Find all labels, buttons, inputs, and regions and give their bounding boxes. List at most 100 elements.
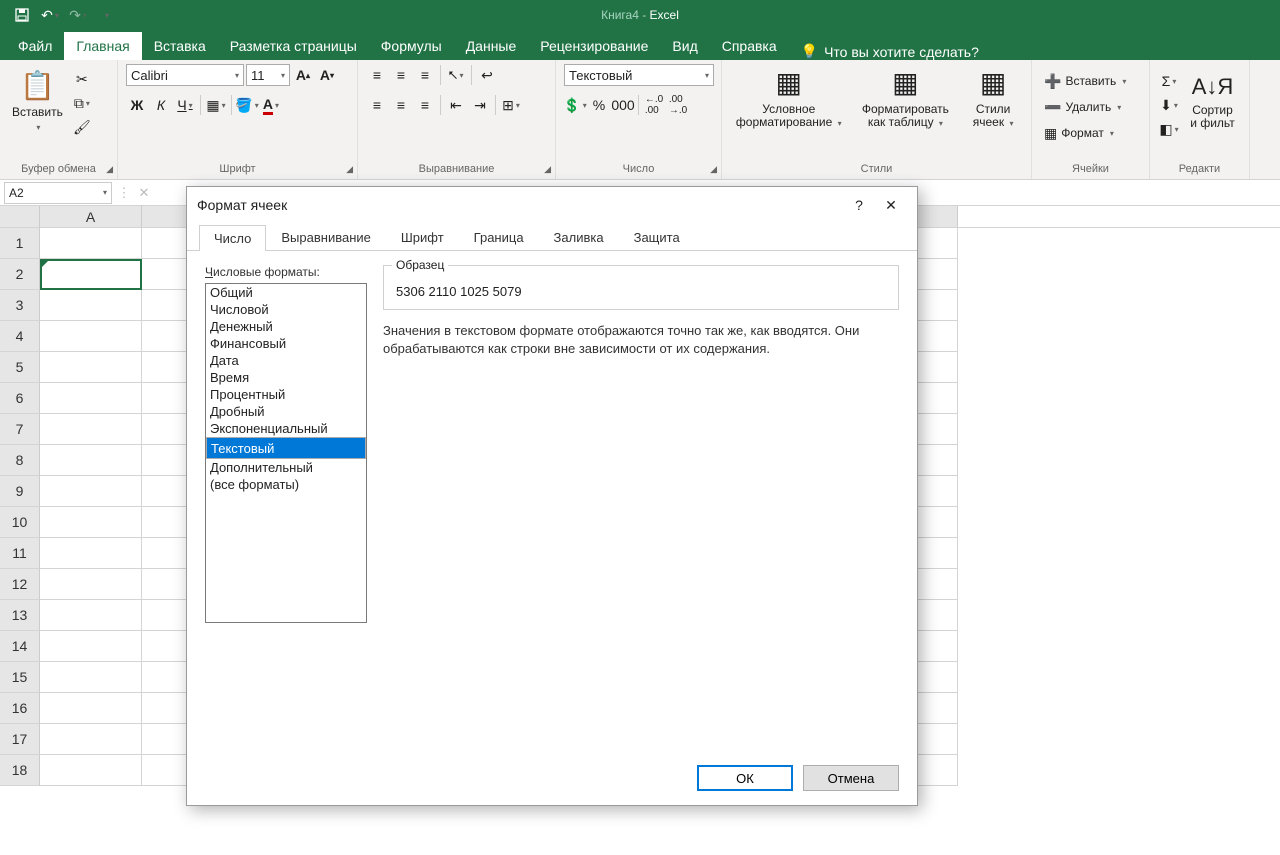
font-color-button[interactable]: А▾ — [260, 94, 282, 116]
row-header[interactable]: 1 — [0, 228, 40, 259]
row-header[interactable]: 5 — [0, 352, 40, 383]
column-header[interactable]: A — [40, 206, 142, 227]
dialog-tab-protection[interactable]: Защита — [619, 224, 695, 250]
cell[interactable] — [40, 662, 142, 693]
align-center-button[interactable]: ≡ — [390, 94, 412, 116]
percent-button[interactable]: % — [588, 94, 610, 116]
row-header[interactable]: 3 — [0, 290, 40, 321]
increase-decimal-button[interactable]: ←.0.00 — [643, 94, 665, 116]
cell[interactable] — [40, 755, 142, 786]
wrap-text-button[interactable]: ↩ — [476, 64, 498, 86]
dialog-launcher-icon[interactable]: ◢ — [710, 164, 717, 175]
save-button[interactable] — [10, 3, 34, 27]
redo-button[interactable]: ↷▾ — [66, 3, 90, 27]
row-header[interactable]: 10 — [0, 507, 40, 538]
cell[interactable] — [40, 693, 142, 724]
dialog-launcher-icon[interactable]: ◢ — [106, 164, 113, 175]
format-list-item[interactable]: Общий — [206, 284, 366, 301]
dialog-launcher-icon[interactable]: ◢ — [346, 164, 353, 175]
format-cells-button[interactable]: ▦Формат▾ — [1040, 122, 1141, 144]
tab-page-layout[interactable]: Разметка страницы — [218, 32, 369, 60]
cell[interactable] — [40, 321, 142, 352]
tab-insert[interactable]: Вставка — [142, 32, 218, 60]
font-name-select[interactable]: Calibri▾ — [126, 64, 244, 86]
row-header[interactable]: 9 — [0, 476, 40, 507]
insert-cells-button[interactable]: ➕Вставить▾ — [1040, 70, 1141, 92]
align-top-button[interactable]: ≡ — [366, 64, 388, 86]
row-header[interactable]: 16 — [0, 693, 40, 724]
tab-formulas[interactable]: Формулы — [369, 32, 454, 60]
format-as-table-button[interactable]: ▦ Форматировать как таблицу ▾ — [852, 64, 960, 131]
tab-help[interactable]: Справка — [710, 32, 789, 60]
row-header[interactable]: 11 — [0, 538, 40, 569]
row-header[interactable]: 18 — [0, 755, 40, 786]
format-list-item[interactable]: Процентный — [206, 386, 366, 403]
accounting-format-button[interactable]: 💲▾ — [564, 94, 586, 116]
select-all-corner[interactable] — [0, 206, 40, 227]
cell[interactable] — [40, 290, 142, 321]
number-format-listbox[interactable]: ОбщийЧисловойДенежныйФинансовыйДатаВремя… — [205, 283, 367, 623]
cell[interactable] — [40, 414, 142, 445]
align-right-button[interactable]: ≡ — [414, 94, 436, 116]
name-box[interactable]: A2▾ — [4, 182, 112, 204]
grow-font-button[interactable]: A▴ — [292, 64, 314, 86]
align-left-button[interactable]: ≡ — [366, 94, 388, 116]
tab-data[interactable]: Данные — [454, 32, 529, 60]
align-middle-button[interactable]: ≡ — [390, 64, 412, 86]
row-header[interactable]: 7 — [0, 414, 40, 445]
bold-button[interactable]: Ж — [126, 94, 148, 116]
dialog-tab-font[interactable]: Шрифт — [386, 224, 459, 250]
format-list-item[interactable]: Дробный — [206, 403, 366, 420]
format-list-item[interactable]: Числовой — [206, 301, 366, 318]
italic-button[interactable]: К — [150, 94, 172, 116]
cell[interactable] — [40, 600, 142, 631]
tab-view[interactable]: Вид — [660, 32, 709, 60]
format-painter-button[interactable]: 🖌 — [71, 116, 93, 138]
sort-filter-button[interactable]: А↓Я Сортир и фильт — [1184, 64, 1241, 140]
tell-me-search[interactable]: 💡 Что вы хотите сделать? — [789, 43, 991, 60]
number-format-select[interactable]: Текстовый▾ — [564, 64, 714, 86]
tab-review[interactable]: Рецензирование — [528, 32, 660, 60]
cell[interactable] — [40, 538, 142, 569]
cancel-button[interactable]: Отмена — [803, 765, 899, 791]
dialog-tab-alignment[interactable]: Выравнивание — [266, 224, 385, 250]
conditional-formatting-button[interactable]: ▦ Условное форматирование ▾ — [730, 64, 848, 131]
undo-button[interactable]: ↶▾ — [38, 3, 62, 27]
cell[interactable] — [40, 724, 142, 755]
dialog-launcher-icon[interactable]: ◢ — [544, 164, 551, 175]
delete-cells-button[interactable]: ➖Удалить▾ — [1040, 96, 1141, 118]
orientation-button[interactable]: ⭦▾ — [445, 64, 467, 86]
cell[interactable] — [40, 228, 142, 259]
copy-button[interactable]: ⧉▾ — [71, 92, 93, 114]
row-header[interactable]: 15 — [0, 662, 40, 693]
format-list-item[interactable]: Дата — [206, 352, 366, 369]
format-list-item[interactable]: Время — [206, 369, 366, 386]
format-list-item[interactable]: Финансовый — [206, 335, 366, 352]
dialog-close-button[interactable]: ✕ — [875, 197, 907, 214]
row-header[interactable]: 6 — [0, 383, 40, 414]
cell[interactable] — [40, 631, 142, 662]
row-header[interactable]: 14 — [0, 631, 40, 662]
row-header[interactable]: 2 — [0, 259, 40, 290]
cell[interactable] — [40, 476, 142, 507]
dialog-tab-number[interactable]: Число — [199, 225, 266, 251]
borders-button[interactable]: ▦▾ — [205, 94, 227, 116]
tab-file[interactable]: Файл — [6, 32, 64, 60]
confirm-edit-button[interactable]: ✕ — [134, 185, 154, 201]
dialog-tab-fill[interactable]: Заливка — [539, 224, 619, 250]
format-list-item[interactable]: Денежный — [206, 318, 366, 335]
qat-customize[interactable]: ▾ — [94, 3, 118, 27]
cancel-edit-button[interactable]: ⋮ — [114, 185, 134, 201]
font-size-select[interactable]: 11▾ — [246, 64, 290, 86]
fill-button[interactable]: ⬇▾ — [1158, 94, 1180, 116]
underline-button[interactable]: Ч▾ — [174, 94, 196, 116]
row-header[interactable]: 8 — [0, 445, 40, 476]
fill-color-button[interactable]: 🪣▾ — [236, 94, 258, 116]
decrease-decimal-button[interactable]: .00→.0 — [667, 94, 689, 116]
dialog-help-button[interactable]: ? — [843, 197, 875, 213]
row-header[interactable]: 17 — [0, 724, 40, 755]
cell[interactable] — [40, 383, 142, 414]
paste-button[interactable]: 📋 Вставить▾ — [8, 64, 67, 138]
decrease-indent-button[interactable]: ⇤ — [445, 94, 467, 116]
row-header[interactable]: 12 — [0, 569, 40, 600]
